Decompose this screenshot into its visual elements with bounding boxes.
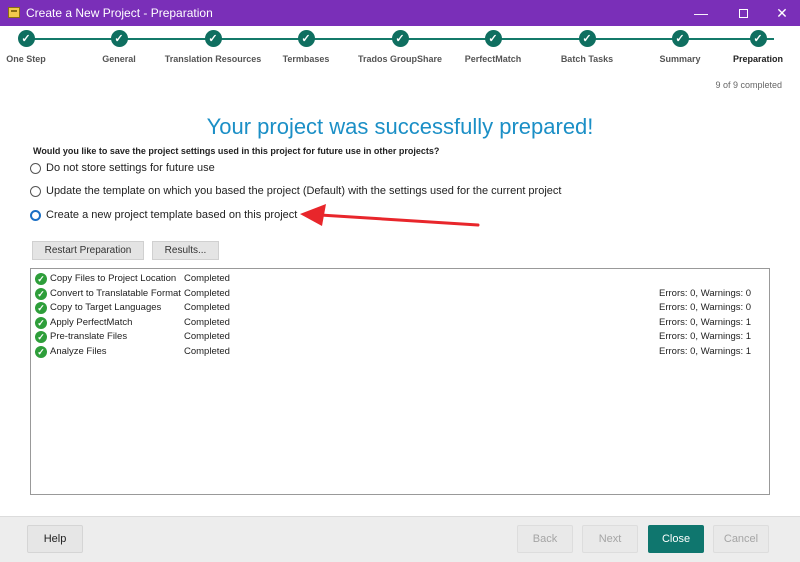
option-create-template[interactable]: Create a new project template based on t…: [30, 209, 297, 221]
check-icon: ✓: [17, 30, 35, 47]
list-item[interactable]: ✓ Apply PerfectMatch Completed Errors: 0…: [31, 315, 769, 329]
success-check-icon: ✓: [35, 302, 47, 314]
check-icon: ✓: [484, 30, 502, 47]
close-window-button[interactable]: ✕: [764, 0, 800, 26]
success-check-icon: ✓: [35, 288, 47, 300]
task-errors: Errors: 0, Warnings: 1: [659, 317, 752, 328]
wizard-footer: Help Back Next Close Cancel: [0, 516, 800, 562]
task-errors: Errors: 0, Warnings: 0: [659, 302, 752, 313]
back-button[interactable]: Back: [517, 525, 573, 553]
help-button[interactable]: Help: [27, 525, 83, 553]
check-icon: ✓: [297, 30, 315, 47]
success-check-icon: ✓: [35, 317, 47, 329]
check-icon: ✓: [578, 30, 596, 47]
option-do-not-store[interactable]: Do not store settings for future use: [30, 162, 215, 174]
radio-button[interactable]: [30, 162, 41, 174]
task-name: Copy to Target Languages: [50, 302, 162, 313]
task-name: Copy Files to Project Location: [50, 273, 177, 284]
check-icon: ✓: [749, 30, 767, 47]
task-name: Pre-translate Files: [50, 331, 128, 342]
step-label: Preparation: [732, 54, 783, 64]
list-item[interactable]: ✓ Copy to Target Languages Completed Err…: [31, 300, 769, 314]
new-project-window: Create a New Project - Preparation — ✕ ✓…: [0, 0, 800, 562]
results-button[interactable]: Results...: [152, 241, 219, 260]
success-check-icon: ✓: [35, 346, 47, 358]
option-update-template[interactable]: Update the template on which you based t…: [30, 185, 561, 197]
check-icon: ✓: [671, 30, 689, 47]
task-status: Completed: [184, 331, 230, 342]
task-errors: Errors: 0, Warnings: 0: [659, 288, 752, 299]
maximize-button[interactable]: [725, 0, 761, 26]
list-item[interactable]: ✓ Pre-translate Files Completed Errors: …: [31, 329, 769, 343]
task-status: Completed: [184, 302, 230, 313]
task-status: Completed: [184, 288, 230, 299]
check-icon: ✓: [391, 30, 409, 47]
success-check-icon: ✓: [35, 331, 47, 343]
wizard-steps: ✓ One Step ✓ General ✓ Translation Resou…: [0, 26, 800, 72]
check-icon: ✓: [110, 30, 128, 47]
next-button[interactable]: Next: [582, 525, 638, 553]
completed-count: 9 of 9 completed: [715, 80, 782, 90]
task-status: Completed: [184, 273, 230, 284]
close-button[interactable]: Close: [648, 525, 704, 553]
results-list: ✓ Copy Files to Project Location Complet…: [30, 268, 770, 495]
option-label: Create a new project template based on t…: [46, 209, 298, 221]
step-preparation[interactable]: ✓ Preparation: [718, 30, 798, 64]
task-errors: Errors: 0, Warnings: 1: [659, 331, 752, 342]
task-errors: Errors: 0, Warnings: 1: [659, 346, 752, 357]
restart-preparation-button[interactable]: Restart Preparation: [32, 241, 144, 260]
list-item[interactable]: ✓ Copy Files to Project Location Complet…: [31, 271, 769, 285]
task-name: Convert to Translatable Format: [50, 288, 181, 299]
radio-button[interactable]: [30, 185, 41, 197]
success-check-icon: ✓: [35, 273, 47, 285]
radio-button[interactable]: [30, 209, 41, 221]
app-icon: [8, 7, 20, 18]
option-label: Do not store settings for future use: [46, 162, 215, 174]
save-settings-question: Would you like to save the project setti…: [33, 146, 440, 156]
task-name: Analyze Files: [50, 346, 107, 357]
list-item[interactable]: ✓ Analyze Files Completed Errors: 0, War…: [31, 344, 769, 358]
task-status: Completed: [184, 317, 230, 328]
task-status: Completed: [184, 346, 230, 357]
list-item[interactable]: ✓ Convert to Translatable Format Complet…: [31, 286, 769, 300]
success-headline: Your project was successfully prepared!: [206, 114, 594, 139]
title-bar: Create a New Project - Preparation — ✕: [0, 0, 800, 26]
minimize-button[interactable]: —: [683, 0, 719, 26]
option-label: Update the template on which you based t…: [46, 185, 562, 197]
maximize-icon: [738, 8, 748, 18]
annotation-arrow-icon: [300, 204, 480, 227]
check-icon: ✓: [204, 30, 222, 47]
window-title: Create a New Project - Preparation: [26, 6, 213, 20]
task-name: Apply PerfectMatch: [50, 317, 133, 328]
cancel-button[interactable]: Cancel: [713, 525, 769, 553]
